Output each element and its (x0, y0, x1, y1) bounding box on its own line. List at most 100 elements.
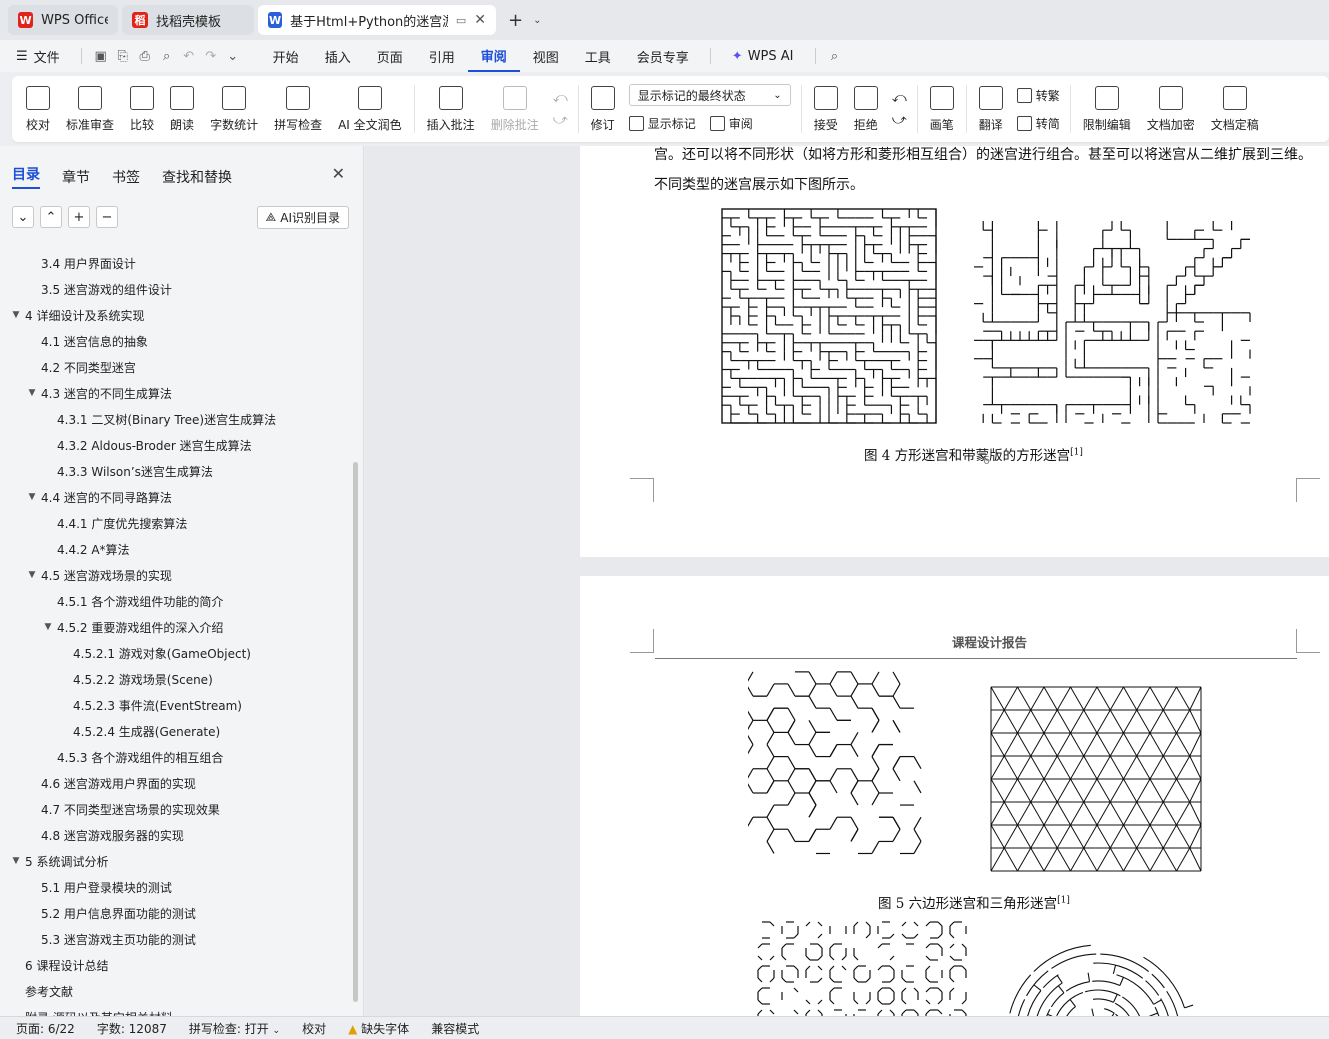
next-change-icon[interactable]: ⤻ (892, 112, 907, 128)
print-preview-icon[interactable]: ⌕ (156, 45, 178, 67)
restrict-edit-button[interactable]: 限制编辑 (1075, 79, 1139, 139)
page-indicator[interactable]: 页面: 6/22 (16, 1020, 75, 1037)
toc-item[interactable]: ▼ 4 详细设计及系统实现 (0, 302, 350, 328)
reject-button[interactable]: 拒绝 (846, 79, 886, 139)
export-icon[interactable]: ⎘ (112, 45, 134, 67)
undo-icon[interactable]: ↶ (178, 45, 200, 67)
review-pane-button[interactable]: 审阅 (709, 112, 753, 134)
toc-item[interactable]: 4.2 不同类型迷宫 (0, 354, 350, 380)
toc-item[interactable]: ▼ 5 系统调试分析 (0, 848, 350, 874)
tab-toc[interactable]: 目录 (12, 164, 40, 189)
close-tab-icon[interactable]: ✕ (474, 12, 486, 28)
toc-item[interactable]: 4.8 迷宫游戏服务器的实现 (0, 822, 350, 848)
spell-check-status[interactable]: 拼写检查: 打开 ⌄ (189, 1020, 280, 1037)
doc-finalize-button[interactable]: 文档定稿 (1203, 79, 1267, 139)
toc-item[interactable]: 4.7 不同类型迷宫场景的实现效果 (0, 796, 350, 822)
tab-find-replace[interactable]: 查找和替换 (162, 167, 232, 187)
show-markup-button[interactable]: 显示标记 (628, 112, 696, 134)
menu-view[interactable]: 视图 (520, 40, 572, 72)
toc-item[interactable]: 4.5.2.1 游戏对象(GameObject) (0, 640, 350, 666)
search-icon[interactable]: ⌕ (824, 45, 846, 67)
toc-item[interactable]: 5.2 用户信息界面功能的测试 (0, 900, 350, 926)
compare-button[interactable]: 比较 (122, 79, 162, 139)
collapse-triangle-icon[interactable]: ▼ (10, 856, 22, 866)
toc-item[interactable]: 4.3.3 Wilson’s迷宫生成算法 (0, 458, 350, 484)
toc-item[interactable]: 附录 源码以及其它相关材料 (0, 1004, 350, 1017)
print-icon[interactable]: ⎙ (134, 45, 156, 67)
doc-encrypt-button[interactable]: 文档加密 (1139, 79, 1203, 139)
toc-item[interactable]: 参考文献 (0, 978, 350, 1004)
proofread-status[interactable]: 校对 (302, 1020, 326, 1037)
toc-item[interactable]: 6 课程设计总结 (0, 952, 350, 978)
toc-item[interactable]: 4.3.1 二叉树(Binary Tree)迷宫生成算法 (0, 406, 350, 432)
tab-bookmarks[interactable]: 书签 (112, 167, 140, 187)
toc-item[interactable]: 4.1 迷宫信息的抽象 (0, 328, 350, 354)
toc-item[interactable]: ▼ 4.5 迷宫游戏场景的实现 (0, 562, 350, 588)
toc-item[interactable]: 4.5.2.4 生成器(Generate) (0, 718, 350, 744)
file-menu[interactable]: ☰ 文件 (16, 40, 73, 72)
toc-item[interactable]: 5.1 用户登录模块的测试 (0, 874, 350, 900)
toc-item[interactable]: 3.5 迷宫游戏的组件设计 (0, 276, 350, 302)
more-chevron-icon[interactable]: ⌄ (222, 45, 244, 67)
prev-comment-icon[interactable]: ⤺ (553, 90, 568, 106)
collapse-triangle-icon[interactable]: ▼ (10, 310, 22, 320)
revise-button[interactable]: 修订 (583, 79, 623, 139)
collapse-triangle-icon[interactable]: ▼ (26, 570, 38, 580)
pen-button[interactable]: 画笔 (922, 79, 962, 139)
collapse-triangle-icon[interactable]: ▼ (26, 388, 38, 398)
menu-tools[interactable]: 工具 (572, 40, 624, 72)
monitor-icon[interactable]: ▭ (456, 14, 466, 27)
toc-item[interactable]: 4.4.2 A*算法 (0, 536, 350, 562)
chevron-down-icon[interactable]: ⌄ (533, 15, 541, 26)
toc-item[interactable]: 4.4.1 广度优先搜索算法 (0, 510, 350, 536)
toc-item[interactable]: 4.5.3 各个游戏组件的相互组合 (0, 744, 350, 770)
toc-item[interactable]: 5.3 迷宫游戏主页功能的测试 (0, 926, 350, 952)
close-panel-icon[interactable]: ✕ (332, 164, 345, 183)
insert-comment-button[interactable]: 插入批注 (419, 79, 483, 139)
to-simplified-button[interactable]: 转简 (1016, 112, 1060, 134)
toc-item[interactable]: 4.5.2.3 事件流(EventStream) (0, 692, 350, 718)
toc-item[interactable]: 4.3.2 Aldous-Broder 迷宫生成算法 (0, 432, 350, 458)
tab-sections[interactable]: 章节 (62, 167, 90, 187)
delete-comment-button[interactable]: 删除批注 (483, 79, 547, 139)
menu-reference[interactable]: 引用 (416, 40, 468, 72)
new-tab-icon[interactable]: + (508, 10, 523, 31)
menu-member[interactable]: 会员专享 (624, 40, 702, 72)
ai-toc-button[interactable]: ⟁ AI识别目录 (256, 206, 349, 229)
redo-icon[interactable]: ↷ (200, 45, 222, 67)
markup-state-dropdown[interactable]: 显示标记的最终状态 ⌄ (628, 84, 791, 106)
tab-template[interactable]: 稻 找稻壳模板 (122, 5, 254, 35)
toc-item[interactable]: 4.6 迷宫游戏用户界面的实现 (0, 770, 350, 796)
standard-review-button[interactable]: 标准审查 (58, 79, 122, 139)
save-icon[interactable]: ▣ (90, 45, 112, 67)
menu-page[interactable]: 页面 (364, 40, 416, 72)
missing-font-status[interactable]: ▲ 缺失字体 (348, 1020, 409, 1037)
collapse-up-icon[interactable]: ⌃ (40, 206, 62, 228)
toc-item[interactable]: 4.5.2.2 游戏场景(Scene) (0, 666, 350, 692)
wps-ai-menu[interactable]: ✦ WPS AI (719, 40, 807, 72)
toc-scrollbar[interactable] (353, 462, 358, 1002)
tab-document[interactable]: W 基于Html+Python的迷宫游戏 ▭ ✕ (258, 5, 496, 35)
expand-down-icon[interactable]: ⌄ (12, 206, 34, 228)
collapse-triangle-icon[interactable]: ▼ (42, 622, 54, 632)
to-traditional-button[interactable]: 转繁 (1016, 84, 1060, 106)
accept-button[interactable]: 接受 (806, 79, 846, 139)
toc-item[interactable]: ▼ 4.4 迷宫的不同寻路算法 (0, 484, 350, 510)
translate-button[interactable]: 翻译 (971, 79, 1011, 139)
toc-item[interactable]: ▼ 4.5.2 重要游戏组件的深入介绍 (0, 614, 350, 640)
ai-polish-button[interactable]: AI 全文润色 (330, 79, 410, 139)
word-count-button[interactable]: 字数统计 (202, 79, 266, 139)
remove-heading-icon[interactable]: − (96, 206, 118, 228)
proofread-button[interactable]: 校对 (18, 79, 58, 139)
spell-check-button[interactable]: 拼写检查 (266, 79, 330, 139)
prev-change-icon[interactable]: ⤺ (892, 90, 907, 106)
next-comment-icon[interactable]: ⤻ (553, 112, 568, 128)
word-count-indicator[interactable]: 字数: 12087 (97, 1020, 167, 1037)
menu-insert[interactable]: 插入 (312, 40, 364, 72)
read-aloud-button[interactable]: 朗读 (162, 79, 202, 139)
collapse-triangle-icon[interactable]: ▼ (26, 492, 38, 502)
menu-home[interactable]: 开始 (260, 40, 312, 72)
toc-item[interactable]: 3.4 用户界面设计 (0, 250, 350, 276)
menu-review[interactable]: 审阅 (467, 40, 520, 72)
add-heading-icon[interactable]: + (68, 206, 90, 228)
